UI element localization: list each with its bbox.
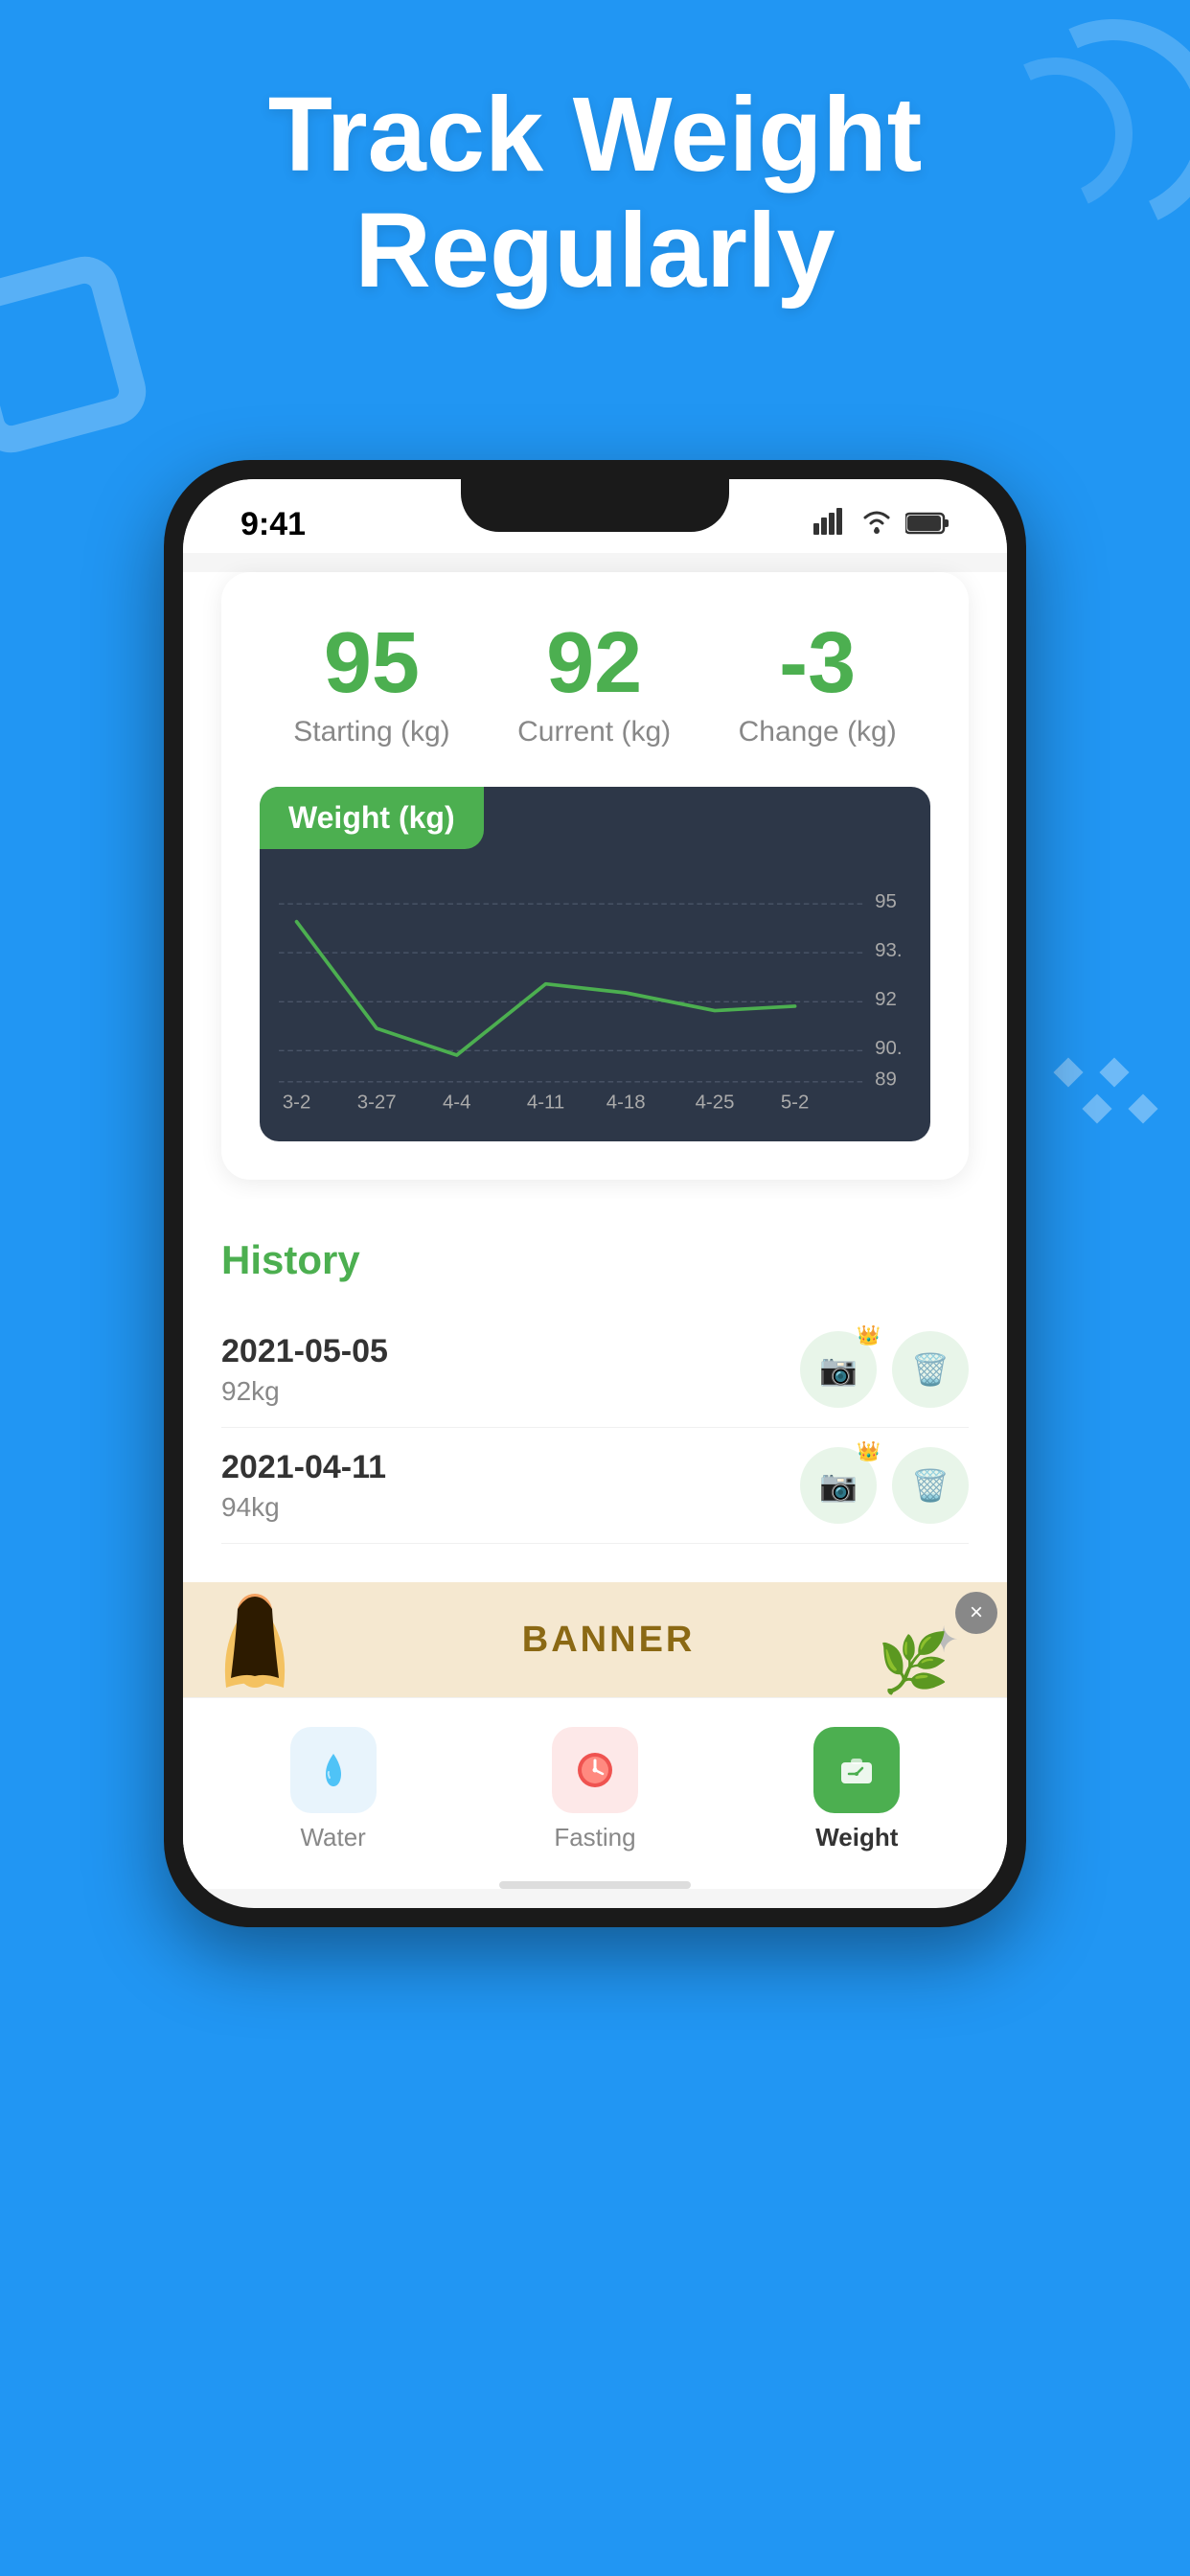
change-stat: -3 Change (kg) — [739, 620, 897, 748]
chart-title: Weight (kg) — [260, 787, 484, 849]
fasting-nav-icon — [552, 1727, 638, 1813]
crown-icon: 👑 — [857, 1439, 881, 1463]
history-item-info: 2021-05-05 92kg — [221, 1333, 388, 1407]
camera-icon: 📷 — [819, 1467, 858, 1504]
status-icons — [813, 506, 950, 543]
delete-button[interactable]: 🗑️ — [892, 1331, 969, 1408]
history-item-info: 2021-04-11 94kg — [221, 1449, 386, 1523]
svg-text:4-11: 4-11 — [527, 1092, 564, 1114]
history-actions: 👑 📷 🗑️ — [800, 1447, 969, 1524]
phone-notch — [461, 479, 729, 532]
history-item: 2021-05-05 92kg 👑 📷 🗑️ — [221, 1312, 969, 1428]
svg-text:4-4: 4-4 — [443, 1092, 471, 1114]
signal-icon — [813, 506, 848, 543]
current-stat: 92 Current (kg) — [517, 620, 671, 748]
bg-diamonds — [1050, 1054, 1161, 1127]
banner-text: BANNER — [308, 1620, 909, 1661]
banner-close-button[interactable]: × — [955, 1592, 997, 1634]
weight-nav-label: Weight — [815, 1823, 898, 1852]
app-content: 95 Starting (kg) 92 Current (kg) -3 Chan… — [183, 572, 1007, 1889]
stats-row: 95 Starting (kg) 92 Current (kg) -3 Chan… — [260, 620, 930, 748]
nav-item-water[interactable]: Water — [290, 1727, 377, 1852]
svg-text:4-18: 4-18 — [606, 1092, 646, 1114]
camera-button[interactable]: 👑 📷 — [800, 1331, 877, 1408]
svg-text:95: 95 — [875, 891, 897, 912]
water-nav-label: Water — [300, 1823, 365, 1852]
diamond-icon — [1099, 1057, 1129, 1087]
change-label: Change (kg) — [739, 716, 897, 748]
history-date: 2021-05-05 — [221, 1333, 388, 1370]
current-label: Current (kg) — [517, 716, 671, 748]
history-weight: 94kg — [221, 1492, 386, 1523]
trash-icon: 🗑️ — [911, 1467, 950, 1504]
history-item: 2021-04-11 94kg 👑 📷 🗑️ — [221, 1428, 969, 1544]
history-section: History 2021-05-05 92kg 👑 📷 🗑️ — [183, 1199, 1007, 1582]
delete-button[interactable]: 🗑️ — [892, 1447, 969, 1524]
wifi-icon — [859, 506, 894, 543]
history-date: 2021-04-11 — [221, 1449, 386, 1486]
starting-stat: 95 Starting (kg) — [293, 620, 449, 748]
svg-text:93.5: 93.5 — [875, 940, 902, 961]
history-weight: 92kg — [221, 1376, 388, 1407]
diamond-icon — [1128, 1093, 1157, 1123]
svg-text:89: 89 — [875, 1070, 897, 1091]
starting-label: Starting (kg) — [293, 716, 449, 748]
chart-svg: 95 93.5 92 90.5 89 3-2 3-27 4-4 4-11 4-1… — [279, 868, 902, 1117]
battery-icon — [905, 506, 950, 543]
history-title: History — [221, 1237, 969, 1283]
stats-card: 95 Starting (kg) 92 Current (kg) -3 Chan… — [221, 572, 969, 1180]
banner-girl-illustration — [212, 1592, 308, 1688]
hero-title: Track Weight Regularly — [0, 77, 1190, 309]
trash-icon: 🗑️ — [911, 1351, 950, 1388]
crown-icon: 👑 — [857, 1323, 881, 1347]
phone-mockup: 9:41 — [164, 460, 1026, 1927]
svg-text:92: 92 — [875, 989, 897, 1010]
diamond-icon — [1082, 1093, 1111, 1123]
home-indicator — [499, 1881, 691, 1889]
weight-chart: Weight (kg) 95 — [260, 787, 930, 1141]
weight-nav-icon — [813, 1727, 900, 1813]
svg-text:3-2: 3-2 — [283, 1092, 311, 1114]
svg-text:5-2: 5-2 — [781, 1092, 810, 1114]
banner-leaf-icon: 🌿 — [878, 1629, 950, 1697]
starting-value: 95 — [293, 620, 449, 706]
diamond-icon — [1053, 1057, 1083, 1087]
svg-text:90.5: 90.5 — [875, 1038, 902, 1059]
svg-text:4-25: 4-25 — [696, 1092, 735, 1114]
water-nav-icon — [290, 1727, 377, 1813]
current-value: 92 — [517, 620, 671, 706]
change-value: -3 — [739, 620, 897, 706]
fasting-nav-label: Fasting — [554, 1823, 635, 1852]
nav-item-weight[interactable]: Weight — [813, 1727, 900, 1852]
camera-button[interactable]: 👑 📷 — [800, 1447, 877, 1524]
svg-text:3-27: 3-27 — [357, 1092, 397, 1114]
history-actions: 👑 📷 🗑️ — [800, 1331, 969, 1408]
banner-area: BANNER ✦ 🌿 × — [183, 1582, 1007, 1697]
nav-item-fasting[interactable]: Fasting — [552, 1727, 638, 1852]
chart-body: 95 93.5 92 90.5 89 3-2 3-27 4-4 4-11 4-1… — [260, 849, 930, 1141]
camera-icon: 📷 — [819, 1351, 858, 1388]
bottom-nav: Water Fasting — [183, 1697, 1007, 1872]
phone-screen: 9:41 — [183, 479, 1007, 1908]
status-time: 9:41 — [240, 506, 306, 543]
